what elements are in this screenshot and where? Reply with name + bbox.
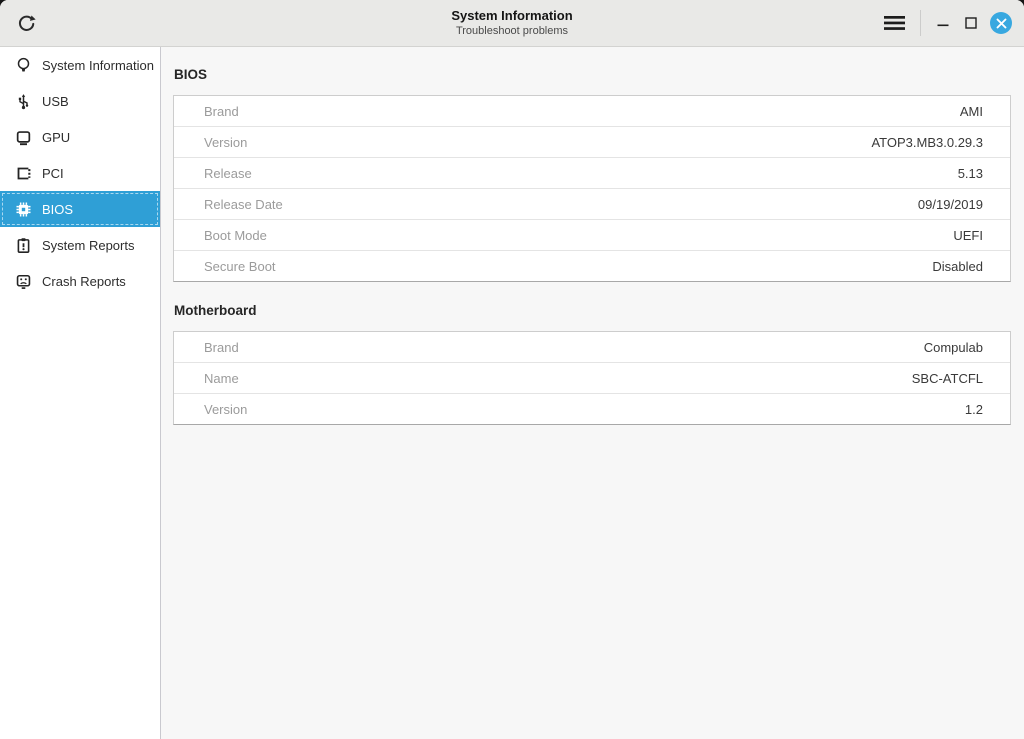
- minimize-icon: [937, 17, 949, 29]
- row-value: 5.13: [958, 166, 983, 181]
- sidebar-item-label: System Reports: [42, 238, 134, 253]
- sidebar: System Information USB: [0, 47, 161, 739]
- row-label: Version: [204, 135, 247, 150]
- sidebar-item-label: System Information: [42, 58, 154, 73]
- row-label: Name: [204, 371, 239, 386]
- refresh-button[interactable]: [13, 10, 39, 36]
- table-row: Release Date 09/19/2019: [174, 189, 1010, 220]
- refresh-icon: [16, 13, 37, 34]
- page-title: System Information: [451, 8, 572, 24]
- row-label: Brand: [204, 340, 239, 355]
- page-subtitle: Troubleshoot problems: [456, 24, 568, 38]
- row-value: UEFI: [953, 228, 983, 243]
- pci-card-icon: [14, 164, 32, 182]
- sidebar-item-label: BIOS: [42, 202, 73, 217]
- table-row: Name SBC-ATCFL: [174, 363, 1010, 394]
- usb-icon: [14, 92, 32, 110]
- section-title-bios: BIOS: [174, 67, 1011, 83]
- row-label: Release: [204, 166, 252, 181]
- sidebar-item-system-reports[interactable]: System Reports: [0, 227, 160, 263]
- sidebar-item-bios[interactable]: BIOS: [0, 191, 160, 227]
- close-icon: [990, 12, 1012, 34]
- lightbulb-icon: [14, 56, 32, 74]
- sidebar-item-label: PCI: [42, 166, 64, 181]
- row-label: Secure Boot: [204, 259, 276, 274]
- content-area: BIOS Brand AMI Version ATOP3.MB3.0.29.3 …: [161, 47, 1024, 739]
- row-value: 1.2: [965, 402, 983, 417]
- section-title-motherboard: Motherboard: [174, 303, 1011, 319]
- crashed-monitor-icon: [14, 272, 32, 290]
- row-value: ATOP3.MB3.0.29.3: [871, 135, 983, 150]
- table-row: Release 5.13: [174, 158, 1010, 189]
- controls-separator: [920, 10, 921, 36]
- table-row: Secure Boot Disabled: [174, 251, 1010, 281]
- row-label: Brand: [204, 104, 239, 119]
- table-row: Version 1.2: [174, 394, 1010, 424]
- row-value: Compulab: [924, 340, 983, 355]
- sidebar-item-label: Crash Reports: [42, 274, 126, 289]
- maximize-icon: [965, 17, 977, 29]
- app-window: System Information Troubleshoot problems: [0, 0, 1024, 739]
- row-value: AMI: [960, 104, 983, 119]
- chip-icon: [14, 200, 32, 218]
- sidebar-item-gpu[interactable]: GPU: [0, 119, 160, 155]
- row-label: Release Date: [204, 197, 283, 212]
- minimize-button[interactable]: [929, 9, 957, 37]
- sidebar-item-pci[interactable]: PCI: [0, 155, 160, 191]
- row-label: Version: [204, 402, 247, 417]
- close-button[interactable]: [987, 9, 1015, 37]
- menu-button[interactable]: [879, 8, 909, 38]
- titlebar: System Information Troubleshoot problems: [0, 0, 1024, 47]
- row-label: Boot Mode: [204, 228, 267, 243]
- sidebar-item-crash-reports[interactable]: Crash Reports: [0, 263, 160, 299]
- bios-table: Brand AMI Version ATOP3.MB3.0.29.3 Relea…: [173, 95, 1011, 282]
- main-area: System Information USB: [0, 47, 1024, 739]
- motherboard-table: Brand Compulab Name SBC-ATCFL Version 1.…: [173, 331, 1011, 425]
- titlebar-titles: System Information Troubleshoot problems: [0, 0, 1024, 46]
- table-row: Brand AMI: [174, 96, 1010, 127]
- window-controls: [879, 8, 1024, 38]
- table-row: Boot Mode UEFI: [174, 220, 1010, 251]
- row-value: SBC-ATCFL: [912, 371, 983, 386]
- sidebar-item-system-information[interactable]: System Information: [0, 47, 160, 83]
- hamburger-menu-icon: [884, 14, 905, 32]
- sidebar-item-label: USB: [42, 94, 69, 109]
- row-value: Disabled: [932, 259, 983, 274]
- sidebar-item-usb[interactable]: USB: [0, 83, 160, 119]
- maximize-button[interactable]: [957, 9, 985, 37]
- sidebar-item-label: GPU: [42, 130, 70, 145]
- monitor-icon: [14, 128, 32, 146]
- table-row: Brand Compulab: [174, 332, 1010, 363]
- clipboard-alert-icon: [14, 236, 32, 254]
- table-row: Version ATOP3.MB3.0.29.3: [174, 127, 1010, 158]
- row-value: 09/19/2019: [918, 197, 983, 212]
